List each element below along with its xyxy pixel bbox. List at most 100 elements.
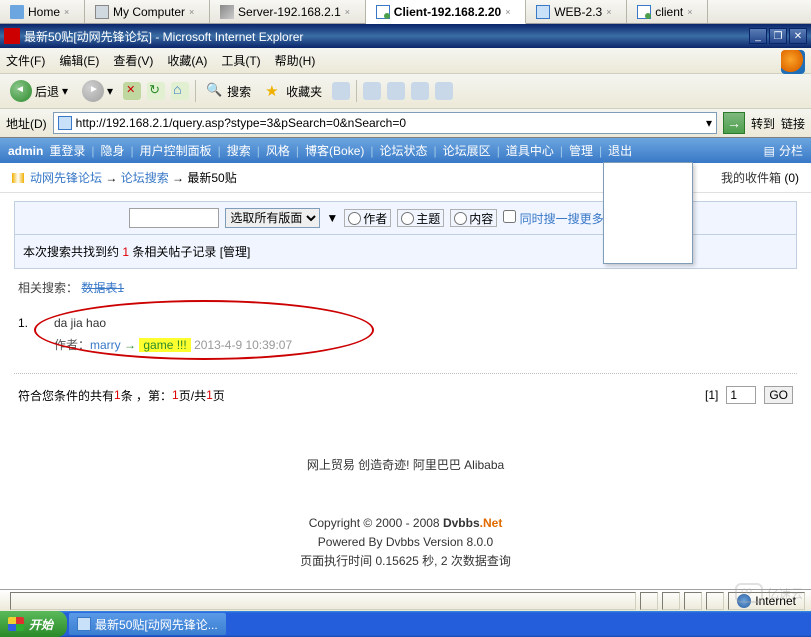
url-input[interactable]: [76, 116, 702, 130]
home-icon[interactable]: [171, 82, 189, 100]
taskbar: 开始 最新50贴[动网先锋论...: [0, 611, 811, 637]
restore-button[interactable]: ❐: [769, 28, 787, 44]
tab-home[interactable]: Home×: [0, 0, 85, 23]
pager: 符合您条件的共有1条 ，第：1 页/共 1 页 [1] GO: [14, 374, 797, 416]
status-left: [10, 592, 636, 610]
nav-items[interactable]: 道具中心: [506, 142, 554, 159]
arrow-icon: [12, 173, 24, 183]
result-index: 1.: [18, 316, 34, 353]
close-icon[interactable]: ×: [687, 7, 697, 17]
select-arrow-icon[interactable]: ▼: [326, 211, 338, 225]
nav-logout[interactable]: 退出: [608, 142, 632, 159]
window-title: 最新50贴[动网先锋论坛] - Microsoft Internet Explo…: [24, 28, 303, 45]
windows-flag-icon: [8, 617, 24, 631]
favorites-button[interactable]: 收藏夹: [261, 80, 326, 102]
tab-my-computer[interactable]: My Computer×: [85, 0, 210, 23]
status-box: [684, 592, 702, 610]
back-button[interactable]: 后退 ▾: [6, 78, 72, 104]
taskbar-item[interactable]: 最新50贴[动网先锋论...: [69, 613, 226, 635]
links-label[interactable]: 链接: [781, 115, 805, 132]
menubar: 文件(F) 编辑(E) 查看(V) 收藏(A) 工具(T) 帮助(H): [0, 48, 811, 74]
dd-view-events[interactable]: 查看事件: [604, 188, 692, 213]
computer-icon: [95, 5, 109, 19]
go-button[interactable]: →: [723, 112, 745, 134]
menu-tools[interactable]: 工具(T): [221, 52, 260, 69]
dd-user-reg[interactable]: 用户注册管理: [604, 163, 692, 188]
tab-client2[interactable]: client×: [627, 0, 708, 23]
result-author[interactable]: marry: [90, 338, 121, 352]
bc-site[interactable]: 动网先锋论坛: [30, 169, 102, 186]
tab-client-active[interactable]: Client-192.168.2.20×: [366, 0, 526, 24]
refresh-icon[interactable]: [147, 82, 165, 100]
nav-usercp[interactable]: 用户控制面板: [140, 142, 212, 159]
app-tabs: Home× My Computer× Server-192.168.2.1× C…: [0, 0, 811, 24]
nav-search[interactable]: 搜索: [227, 142, 251, 159]
inbox-link[interactable]: 我的收件箱: [721, 171, 781, 185]
bc-section[interactable]: 论坛搜索: [121, 169, 169, 186]
page-range[interactable]: [1]: [705, 388, 718, 402]
board-select[interactable]: 选取所有版面: [225, 208, 320, 228]
page-footer: 网上贸易 创造奇迹! 阿里巴巴 Alibaba Copyright © 2000…: [14, 416, 797, 581]
address-bar: 地址(D) ▾ → 转到 链接: [0, 109, 811, 138]
ie-logo-icon: [781, 50, 805, 74]
start-button[interactable]: 开始: [0, 611, 67, 637]
address-label: 地址(D): [6, 115, 47, 132]
radio-author[interactable]: 作者: [344, 209, 391, 227]
minimize-button[interactable]: _: [749, 28, 767, 44]
messenger-icon[interactable]: [435, 82, 453, 100]
stop-icon[interactable]: [123, 82, 141, 100]
home-icon: [10, 5, 24, 19]
search-input[interactable]: [129, 208, 219, 228]
watermark: 亿速云: [735, 583, 803, 603]
separator: [195, 80, 196, 102]
dd-audit[interactable]: 审核管理: [604, 213, 692, 238]
radio-content[interactable]: 内容: [450, 209, 497, 227]
close-icon[interactable]: ×: [505, 7, 515, 17]
page-go-button[interactable]: GO: [764, 386, 793, 404]
related-search: 相关搜索： 数据表1: [14, 269, 797, 306]
window-titlebar: 最新50贴[动网先锋论坛] - Microsoft Internet Explo…: [0, 24, 811, 48]
tab-web[interactable]: WEB-2.3×: [526, 0, 627, 23]
close-icon[interactable]: ×: [606, 7, 616, 17]
menu-view[interactable]: 查看(V): [113, 52, 153, 69]
admin-dropdown: 用户注册管理 查看事件 审核管理 回收站: [603, 162, 693, 264]
nav-showcase[interactable]: 论坛展区: [443, 142, 491, 159]
ad-text[interactable]: 网上贸易 创造奇迹! 阿里巴巴 Alibaba: [14, 456, 797, 475]
page-input[interactable]: [726, 386, 756, 404]
nav-invisible[interactable]: 隐身: [100, 142, 124, 159]
dropdown-icon[interactable]: ▾: [706, 116, 712, 130]
forward-button[interactable]: ▾: [78, 78, 117, 104]
status-box: [706, 592, 724, 610]
related-link[interactable]: 数据表1: [81, 281, 124, 295]
nav-column[interactable]: 分栏: [779, 142, 803, 159]
inbox-count: (0): [784, 171, 799, 185]
close-icon[interactable]: ×: [189, 7, 199, 17]
menu-help[interactable]: 帮助(H): [275, 52, 316, 69]
menu-edit[interactable]: 编辑(E): [59, 52, 99, 69]
tab-server[interactable]: Server-192.168.2.1×: [210, 0, 366, 23]
radio-subject[interactable]: 主题: [397, 209, 444, 227]
edit-icon[interactable]: [411, 82, 429, 100]
print-icon[interactable]: [387, 82, 405, 100]
go-label: 转到: [751, 115, 775, 132]
nav-blog[interactable]: 博客(Boke): [305, 142, 364, 159]
toolbar: 后退 ▾ ▾ 搜索 收藏夹: [0, 74, 811, 109]
nav-status[interactable]: 论坛状态: [380, 142, 428, 159]
client-icon: [376, 5, 390, 19]
history-icon[interactable]: [332, 82, 350, 100]
nav-relogin[interactable]: 重登录: [49, 142, 85, 159]
close-button[interactable]: ✕: [789, 28, 807, 44]
page-icon: [58, 116, 72, 130]
close-icon[interactable]: ×: [345, 7, 355, 17]
menu-file[interactable]: 文件(F): [6, 52, 45, 69]
result-count: 1: [122, 245, 129, 259]
result-timestamp: 2013-4-9 10:39:07: [194, 338, 292, 352]
close-icon[interactable]: ×: [64, 7, 74, 17]
result-title[interactable]: da jia hao: [54, 316, 292, 330]
mail-icon[interactable]: [363, 82, 381, 100]
nav-admin[interactable]: 管理: [569, 142, 593, 159]
dd-recycle[interactable]: 回收站: [604, 238, 692, 263]
nav-style[interactable]: 风格: [266, 142, 290, 159]
search-button[interactable]: 搜索: [202, 80, 255, 102]
menu-favorites[interactable]: 收藏(A): [167, 52, 207, 69]
